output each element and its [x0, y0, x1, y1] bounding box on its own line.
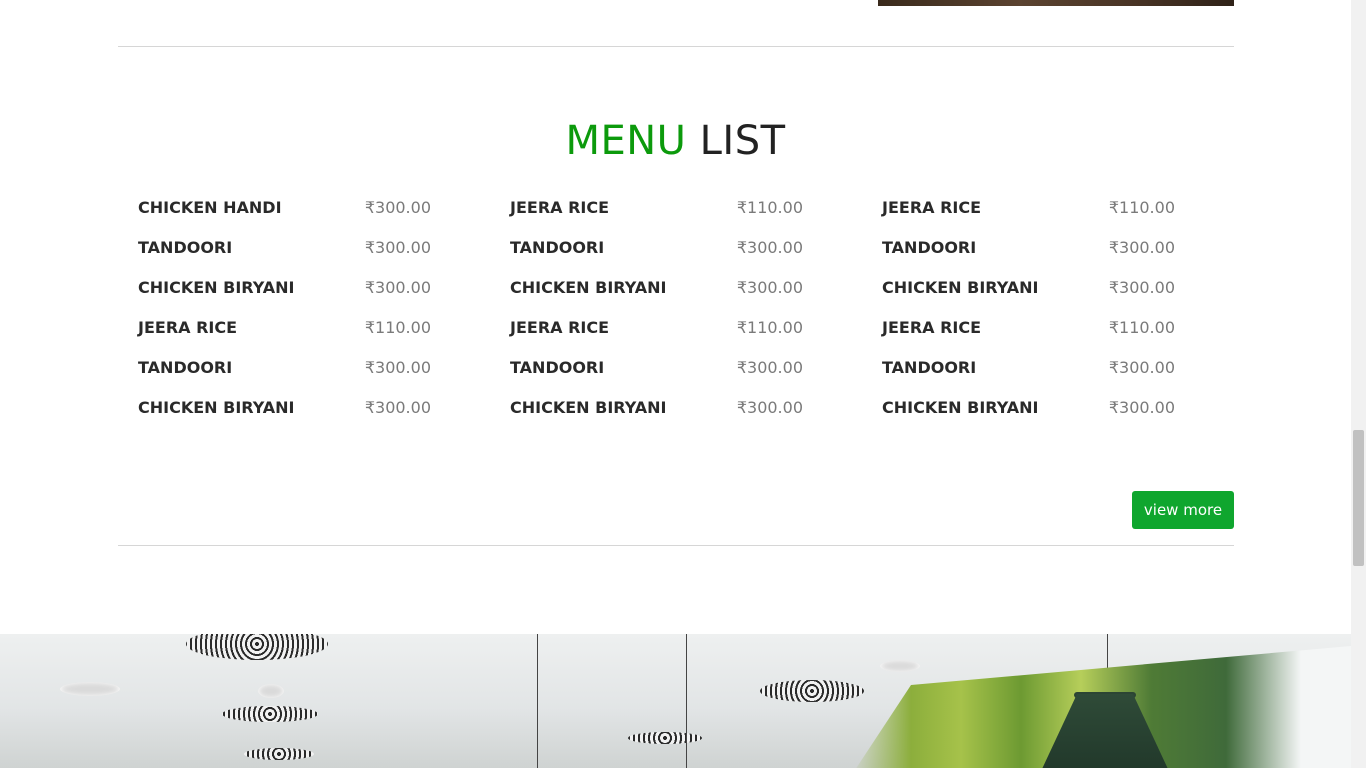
scrollbar-thumb[interactable]: [1353, 430, 1364, 566]
menu-column-1: CHICKEN HANDI ₹300.00 TANDOORI ₹300.00 C…: [138, 193, 431, 433]
menu-item: CHICKEN BIRYANI ₹300.00: [138, 393, 431, 433]
menu-column-3: JEERA RICE ₹110.00 TANDOORI ₹300.00 CHIC…: [882, 193, 1175, 433]
menu-item: CHICKEN BIRYANI ₹300.00: [510, 273, 803, 313]
menu-list-heading: MENU LIST: [0, 118, 1351, 164]
menu-item-name: TANDOORI: [510, 358, 605, 377]
restaurant-interior-photo: [0, 634, 1351, 768]
menu-item-price: ₹300.00: [364, 358, 431, 377]
menu-item-price: ₹110.00: [1108, 198, 1175, 217]
menu-item: CHICKEN BIRYANI ₹300.00: [882, 393, 1175, 433]
ceiling-light-icon: [258, 684, 284, 698]
ceiling-vent-icon: [760, 680, 864, 702]
pendant-wire: [537, 634, 538, 768]
menu-item: TANDOORI ₹300.00: [138, 233, 431, 273]
menu-item: JEERA RICE ₹110.00: [510, 193, 803, 233]
menu-item-name: CHICKEN BIRYANI: [510, 398, 667, 417]
menu-item-name: JEERA RICE: [882, 198, 982, 217]
menu-item-price: ₹300.00: [1108, 238, 1175, 257]
menu-item-price: ₹300.00: [364, 398, 431, 417]
menu-item-price: ₹110.00: [364, 318, 431, 337]
ceiling-vent-icon: [244, 748, 314, 760]
menu-item: TANDOORI ₹300.00: [882, 353, 1175, 393]
ceiling-light-icon: [60, 682, 120, 696]
menu-item-name: JEERA RICE: [510, 318, 610, 337]
menu-item: TANDOORI ₹300.00: [510, 233, 803, 273]
menu-item-price: ₹300.00: [364, 198, 431, 217]
menu-item-price: ₹300.00: [364, 238, 431, 257]
menu-item-price: ₹110.00: [736, 318, 803, 337]
menu-item-price: ₹300.00: [364, 278, 431, 297]
menu-item-price: ₹300.00: [736, 358, 803, 377]
menu-item-name: JEERA RICE: [510, 198, 610, 217]
menu-item-name: TANDOORI: [138, 238, 233, 257]
menu-item-price: ₹300.00: [736, 278, 803, 297]
section-divider-top: [118, 46, 1234, 47]
menu-item-price: ₹110.00: [736, 198, 803, 217]
ceiling-vent-icon: [186, 634, 328, 660]
menu-item: TANDOORI ₹300.00: [138, 353, 431, 393]
menu-item-name: TANDOORI: [510, 238, 605, 257]
pendant-wire: [686, 634, 687, 768]
menu-item-name: CHICKEN BIRYANI: [138, 278, 295, 297]
heading-accent-word: MENU: [565, 118, 687, 164]
menu-item: TANDOORI ₹300.00: [510, 353, 803, 393]
menu-item: CHICKEN BIRYANI ₹300.00: [138, 273, 431, 313]
heading-rest-word: LIST: [699, 118, 786, 164]
page-scrollbar[interactable]: [1351, 0, 1366, 768]
menu-item-name: CHICKEN BIRYANI: [138, 398, 295, 417]
menu-item: CHICKEN BIRYANI ₹300.00: [510, 393, 803, 433]
menu-item-name: JEERA RICE: [882, 318, 982, 337]
menu-item-price: ₹300.00: [1108, 358, 1175, 377]
menu-item-price: ₹300.00: [1108, 278, 1175, 297]
ceiling-light-icon: [880, 660, 920, 672]
menu-item-name: CHICKEN HANDI: [138, 198, 282, 217]
menu-item-name: CHICKEN BIRYANI: [882, 398, 1039, 417]
menu-item-name: TANDOORI: [882, 358, 977, 377]
menu-item-price: ₹300.00: [1108, 398, 1175, 417]
ceiling-vent-icon: [222, 706, 318, 722]
menu-item-price: ₹300.00: [736, 238, 803, 257]
menu-item-name: CHICKEN BIRYANI: [510, 278, 667, 297]
menu-item: JEERA RICE ₹110.00: [138, 313, 431, 353]
menu-item-name: CHICKEN BIRYANI: [882, 278, 1039, 297]
menu-item: JEERA RICE ₹110.00: [510, 313, 803, 353]
menu-item-name: JEERA RICE: [138, 318, 238, 337]
menu-item: JEERA RICE ₹110.00: [882, 193, 1175, 233]
menu-item: TANDOORI ₹300.00: [882, 233, 1175, 273]
page: MENU LIST CHICKEN HANDI ₹300.00 TANDOORI…: [0, 0, 1351, 768]
menu-item-name: TANDOORI: [882, 238, 977, 257]
menu-item-price: ₹110.00: [1108, 318, 1175, 337]
menu-item: CHICKEN HANDI ₹300.00: [138, 193, 431, 233]
top-image-edge: [878, 0, 1234, 6]
ceiling-vent-icon: [628, 732, 702, 744]
menu-column-2: JEERA RICE ₹110.00 TANDOORI ₹300.00 CHIC…: [510, 193, 803, 433]
menu-item-name: TANDOORI: [138, 358, 233, 377]
section-divider-bottom: [118, 545, 1234, 546]
view-more-button[interactable]: view more: [1132, 491, 1234, 529]
menu-item: JEERA RICE ₹110.00: [882, 313, 1175, 353]
menu-item-price: ₹300.00: [736, 398, 803, 417]
menu-item: CHICKEN BIRYANI ₹300.00: [882, 273, 1175, 313]
